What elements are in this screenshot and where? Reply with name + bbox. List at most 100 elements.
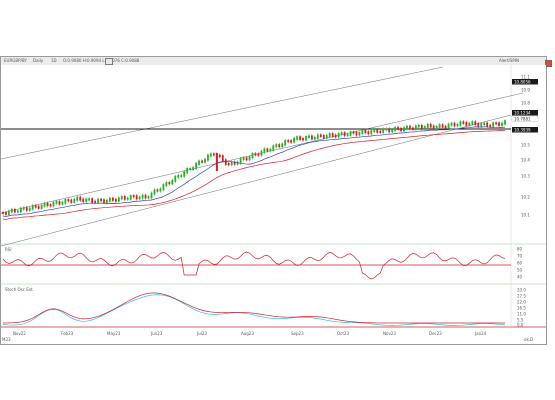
candle — [129, 195, 132, 200]
candle — [409, 125, 411, 130]
candle — [504, 120, 506, 125]
candle — [498, 122, 500, 127]
candle — [180, 174, 183, 177]
candle — [370, 130, 373, 135]
candle — [227, 162, 230, 166]
candle — [293, 137, 296, 143]
candle — [34, 205, 37, 208]
rsi-tick-label: 50 — [517, 268, 523, 273]
candle — [474, 121, 477, 126]
candle — [352, 131, 355, 134]
date-tick-label: Nov23 — [383, 331, 396, 336]
candle — [355, 131, 358, 136]
candle — [70, 199, 73, 203]
candle — [174, 175, 177, 182]
stoch-tick-label: 0.0 — [517, 323, 524, 328]
candle — [284, 140, 287, 146]
candle — [61, 201, 64, 205]
candle — [281, 143, 284, 148]
stoch-tick-label: 11.0 — [517, 312, 526, 317]
candle — [313, 136, 316, 140]
candle — [109, 197, 111, 202]
rsi-tick-label: 60 — [517, 261, 523, 266]
candle — [272, 145, 275, 151]
candle — [462, 121, 465, 124]
candle — [426, 123, 429, 129]
candle — [13, 208, 16, 213]
candle — [159, 188, 162, 192]
candle — [465, 121, 468, 126]
candle — [94, 200, 96, 203]
candle — [337, 133, 340, 138]
candle — [224, 159, 227, 165]
candle — [343, 132, 346, 137]
candle — [376, 128, 379, 133]
rsi-tick-label: 80 — [517, 247, 523, 252]
candle — [346, 133, 349, 137]
candle — [156, 189, 159, 192]
candle — [302, 137, 304, 141]
candle — [123, 196, 126, 200]
candle — [201, 160, 203, 163]
candle — [162, 184, 165, 191]
candle — [85, 198, 88, 203]
candle — [177, 174, 180, 178]
candle — [135, 195, 138, 200]
candle — [150, 192, 153, 199]
candle — [40, 204, 43, 209]
candle — [112, 197, 114, 201]
price-tick-label: 10.4 — [521, 158, 530, 163]
candle — [183, 171, 186, 177]
candle — [382, 128, 385, 133]
date-tick-label: Jun23 — [150, 331, 163, 336]
candle — [266, 148, 269, 152]
candle — [239, 158, 242, 164]
candle — [117, 197, 120, 202]
date-tick-label: Feb23 — [61, 331, 74, 336]
candle — [37, 205, 40, 209]
price-tag-label: 10.1234 — [514, 110, 531, 115]
candle — [412, 127, 414, 130]
candle — [49, 204, 52, 207]
price-chart[interactable]: 11.110.910.810.710.510.410.310.210.110.8… — [1, 57, 546, 344]
candle — [67, 199, 70, 202]
date-tick-label: May23 — [107, 331, 121, 336]
candle — [441, 124, 444, 128]
stoch-tick-label: 22.0 — [517, 300, 526, 305]
date-tick-label: Jul23 — [196, 331, 207, 336]
candle — [215, 153, 218, 171]
candle — [492, 122, 495, 127]
candle — [186, 167, 189, 174]
candle — [290, 140, 293, 143]
price-tick-label: 10.2 — [521, 195, 530, 200]
candle — [120, 196, 123, 200]
candle — [420, 125, 423, 129]
candle — [212, 153, 215, 156]
candle — [263, 148, 266, 153]
chart-window: EURGBP/BY Daily 1D O:0.9080 H:0.9094 L:0… — [0, 56, 552, 345]
candle — [483, 122, 486, 126]
candle — [132, 195, 135, 198]
rsi-label: RSI — [5, 247, 12, 252]
candle — [257, 153, 260, 156]
candle — [195, 162, 197, 169]
candle — [334, 134, 337, 138]
date-tick-label: Nov22 — [13, 331, 26, 336]
candle — [450, 122, 453, 126]
candle — [299, 136, 301, 140]
candle — [429, 123, 432, 128]
candle — [171, 179, 174, 185]
candle — [144, 194, 147, 199]
candle — [76, 196, 79, 201]
candle — [103, 199, 105, 204]
rsi-tick-label: 70 — [517, 254, 523, 259]
close-icon[interactable] — [545, 60, 552, 67]
date-tick-label: Sep23 — [291, 331, 304, 336]
candle — [406, 125, 408, 130]
candle — [64, 199, 67, 204]
candle — [278, 144, 281, 148]
price-tick-label: 10.9 — [521, 88, 530, 93]
candle — [269, 148, 272, 152]
candle — [325, 134, 328, 139]
candle — [287, 140, 290, 143]
